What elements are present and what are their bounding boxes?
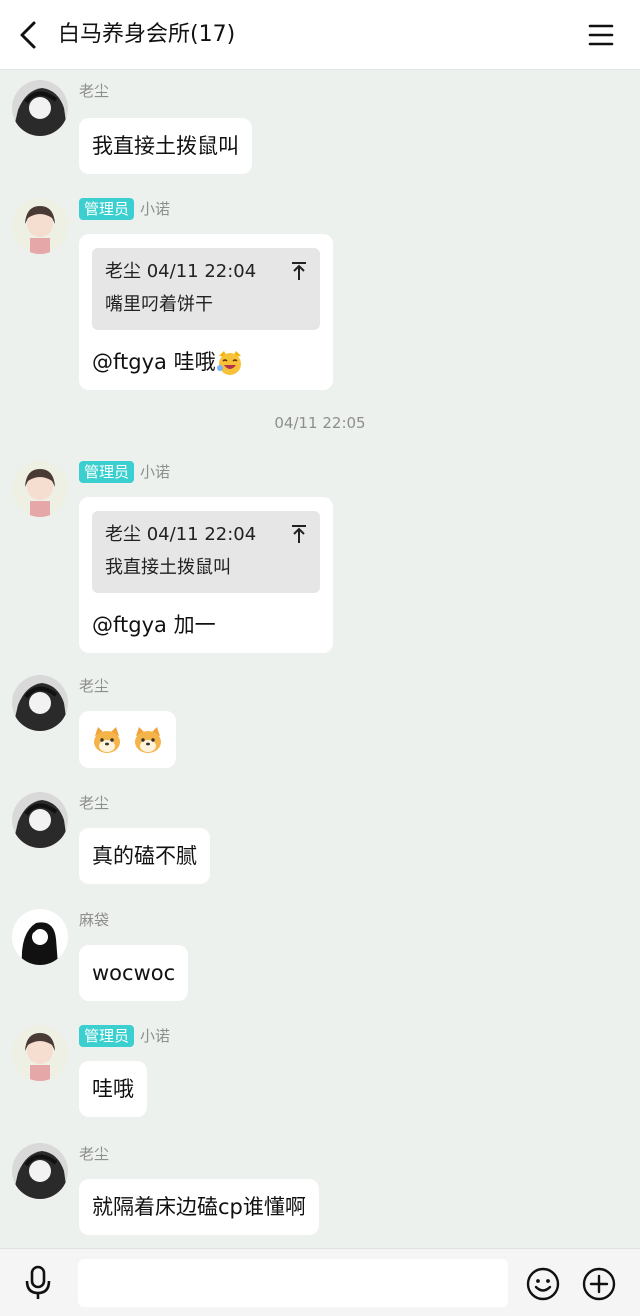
message-bubble[interactable]: wocwoc xyxy=(79,945,189,1001)
shiba-dog-emoji xyxy=(94,727,120,753)
sender-name: 老尘 xyxy=(79,1145,110,1163)
chat-title: 白马养身会所(17) xyxy=(58,22,236,47)
message-bubble[interactable]: 哇哦 xyxy=(79,1061,147,1117)
avatar[interactable] xyxy=(12,675,68,731)
quote-text: 我直接土拨鼠叫 xyxy=(105,557,231,578)
laughing-cat-emoji xyxy=(216,351,241,375)
shiba-dog-emoji xyxy=(134,727,161,753)
avatar[interactable] xyxy=(12,909,68,965)
message-text: wocwoc xyxy=(92,961,176,985)
sender-row: 老尘 xyxy=(79,675,109,697)
jump-to-top-icon[interactable] xyxy=(290,261,308,281)
message-text: 我直接土拨鼠叫 xyxy=(92,134,239,158)
avatar[interactable] xyxy=(12,80,68,136)
message-item: 管理员 小诺 老尘 04/11 22:04 嘴里叼着饼干 @ftgya 哇哦 xyxy=(0,198,640,390)
sender-row: 老尘 xyxy=(79,80,109,102)
timestamp: 04/11 22:05 xyxy=(274,414,366,432)
smile-icon[interactable] xyxy=(526,1267,560,1301)
sender-name: 小诺 xyxy=(140,463,171,481)
message-text: 哇哦 xyxy=(92,1077,134,1101)
message-item: 老尘 就隔着床边磕cp谁懂啊 xyxy=(0,1143,640,1243)
plus-icon[interactable] xyxy=(582,1267,616,1301)
message-bubble[interactable]: 我直接土拨鼠叫 xyxy=(79,118,252,174)
message-bubble[interactable]: 老尘 04/11 22:04 嘴里叼着饼干 @ftgya 哇哦 xyxy=(79,234,333,390)
message-bubble[interactable]: 真的磕不腻 xyxy=(79,828,210,884)
sender-name: 老尘 xyxy=(79,794,110,812)
avatar[interactable] xyxy=(12,1143,68,1199)
message-item: 管理员 小诺 哇哦 xyxy=(0,1025,640,1125)
input-bar xyxy=(0,1248,640,1316)
admin-badge: 管理员 xyxy=(79,461,135,483)
avatar[interactable] xyxy=(12,1025,68,1081)
quote-meta: 老尘 04/11 22:04 xyxy=(105,261,257,282)
sender-row: 管理员 小诺 xyxy=(79,198,170,220)
message-list[interactable]: 老尘 我直接土拨鼠叫 管理员 小诺 老尘 04/11 22:04 嘴里叼着饼干 xyxy=(0,70,640,1248)
message-item: 管理员 小诺 老尘 04/11 22:04 我直接土拨鼠叫 @ftgya 加一 xyxy=(0,461,640,653)
avatar[interactable] xyxy=(12,461,68,517)
message-item: 老尘 xyxy=(0,675,640,775)
admin-badge: 管理员 xyxy=(79,198,135,220)
sender-row: 老尘 xyxy=(79,1143,109,1165)
sender-name: 小诺 xyxy=(140,200,171,218)
message-bubble[interactable] xyxy=(79,711,176,768)
mention[interactable]: @ftgya xyxy=(92,348,167,376)
message-input[interactable] xyxy=(78,1259,508,1307)
reply-line: @ftgya 哇哦 xyxy=(92,348,320,376)
sender-name: 小诺 xyxy=(140,1027,171,1045)
message-bubble[interactable]: 老尘 04/11 22:04 我直接土拨鼠叫 @ftgya 加一 xyxy=(79,497,333,653)
sender-name: 老尘 xyxy=(79,82,110,100)
quote-meta: 老尘 04/11 22:04 xyxy=(105,524,257,545)
chevron-left-icon[interactable] xyxy=(14,18,44,52)
sender-row: 麻袋 xyxy=(79,909,109,931)
message-bubble[interactable]: 就隔着床边磕cp谁懂啊 xyxy=(79,1179,319,1235)
quote-text: 嘴里叼着饼干 xyxy=(105,294,213,315)
quoted-message[interactable]: 老尘 04/11 22:04 我直接土拨鼠叫 xyxy=(92,511,320,593)
sender-name: 老尘 xyxy=(79,677,110,695)
message-text: 真的磕不腻 xyxy=(92,844,197,868)
mention[interactable]: @ftgya xyxy=(92,611,167,639)
message-item: 麻袋 wocwoc xyxy=(0,909,640,1009)
reply-line: @ftgya 加一 xyxy=(92,611,320,639)
message-item: 老尘 我直接土拨鼠叫 xyxy=(0,80,640,190)
quoted-message[interactable]: 老尘 04/11 22:04 嘴里叼着饼干 xyxy=(92,248,320,330)
message-text: 就隔着床边磕cp谁懂啊 xyxy=(92,1195,306,1219)
avatar[interactable] xyxy=(12,792,68,848)
sender-row: 老尘 xyxy=(79,792,109,814)
jump-to-top-icon[interactable] xyxy=(290,524,308,544)
hamburger-menu-icon[interactable] xyxy=(586,20,616,50)
sender-row: 管理员 小诺 xyxy=(79,461,170,483)
message-text: 哇哦 xyxy=(173,350,216,374)
microphone-icon[interactable] xyxy=(22,1265,54,1301)
chat-header: 白马养身会所(17) xyxy=(0,0,640,70)
message-item: 老尘 真的磕不腻 xyxy=(0,792,640,892)
sender-row: 管理员 小诺 xyxy=(79,1025,170,1047)
admin-badge: 管理员 xyxy=(79,1025,135,1047)
avatar[interactable] xyxy=(12,198,68,254)
sender-name: 麻袋 xyxy=(79,911,110,929)
message-text: 加一 xyxy=(173,613,216,637)
